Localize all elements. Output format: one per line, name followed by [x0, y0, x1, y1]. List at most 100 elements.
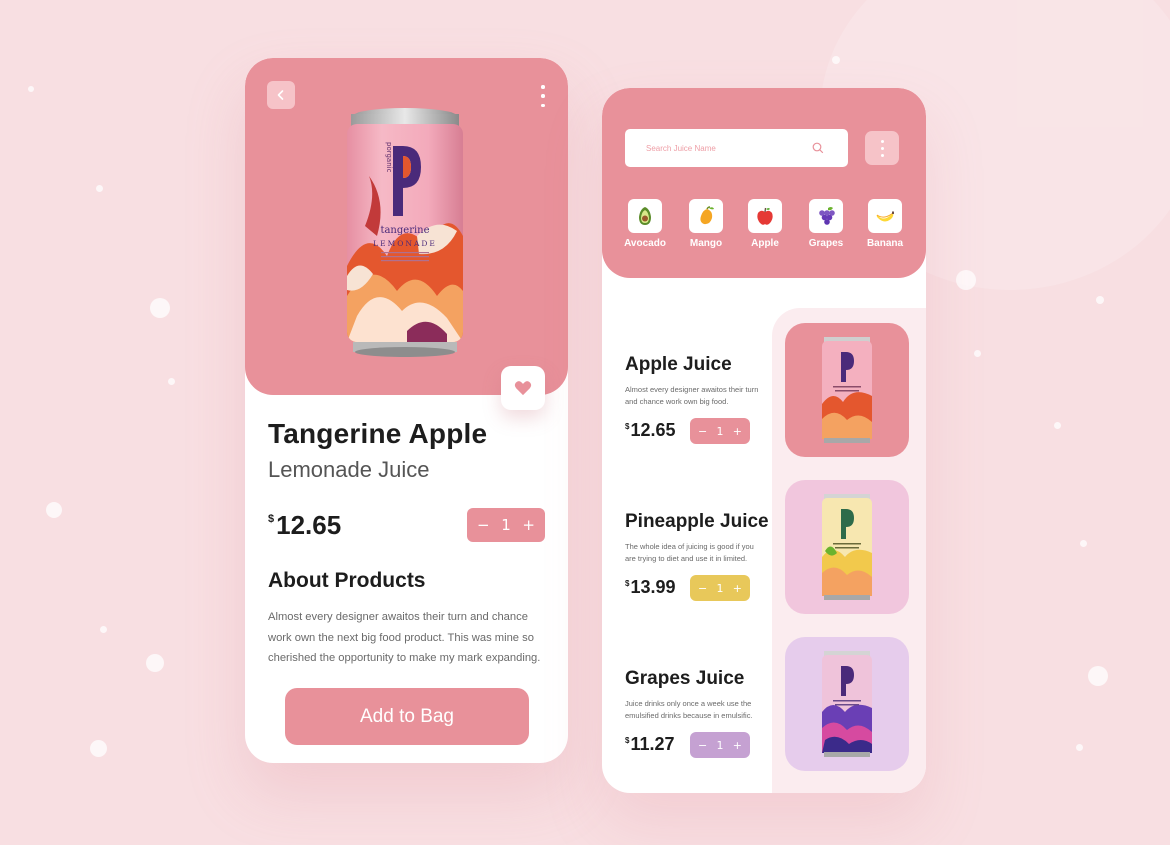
pineapple-juice-can-image [822, 494, 872, 600]
list-item[interactable]: Apple Juice Almost every designer awaito… [602, 323, 926, 494]
category-mango[interactable]: Mango [676, 199, 736, 249]
favorite-button[interactable] [501, 366, 545, 410]
product-can-image: porganic tangerine LEMONADE [347, 108, 463, 357]
quantity-value: 1 [716, 424, 724, 438]
category-label: Apple [751, 238, 779, 249]
background-dot [90, 740, 107, 757]
list-item[interactable]: Pineapple Juice The whole idea of juicin… [602, 480, 926, 651]
kebab-menu-icon[interactable] [865, 131, 899, 165]
decrease-quantity-button[interactable]: − [698, 739, 707, 752]
about-description: Almost every designer awaitos their turn… [268, 611, 541, 664]
increase-quantity-button[interactable]: + [733, 425, 742, 438]
background-dot [100, 626, 107, 633]
background-dot [1080, 540, 1087, 547]
background-dot [1096, 296, 1104, 304]
svg-text:tangerine: tangerine [380, 225, 429, 236]
category-icon-box [868, 199, 902, 233]
quantity-stepper: − 1 + [690, 732, 750, 758]
apple-juice-can-image [822, 337, 872, 443]
currency-symbol: $ [625, 422, 630, 431]
category-label: Grapes [808, 238, 844, 249]
search-bar [625, 129, 848, 167]
quantity-stepper: − 1 + [690, 575, 750, 601]
chevron-left-icon [277, 90, 284, 100]
background-dot [832, 56, 840, 64]
category-icon-box [689, 199, 723, 233]
list-header: Avocado Mango Apple [602, 88, 926, 278]
background-dot [974, 350, 981, 357]
currency-symbol: $ [625, 736, 630, 745]
item-name: Pineapple Juice [625, 511, 769, 532]
grapes-icon [819, 207, 835, 225]
background-dot [168, 378, 175, 385]
product-detail-screen: porganic tangerine LEMONADE Tangerine Ap… [245, 58, 568, 763]
quantity-stepper: − 1 + [467, 508, 545, 542]
item-name: Grapes Juice [625, 668, 745, 689]
item-description: Juice drinks only once a week use the em… [625, 699, 753, 720]
product-hero: porganic tangerine LEMONADE [245, 58, 568, 395]
increase-quantity-button[interactable]: + [733, 739, 742, 752]
category-icon-box [809, 199, 843, 233]
quantity-value: 1 [501, 516, 511, 534]
avocado-icon [639, 207, 651, 225]
category-avocado[interactable]: Avocado [615, 199, 675, 249]
category-grapes[interactable]: Grapes [796, 199, 856, 249]
price-amount: 12.65 [276, 510, 342, 540]
item-description: Almost every designer awaitos their turn… [625, 385, 759, 406]
item-image [785, 480, 909, 614]
background-dot [956, 270, 976, 290]
background-dot [1076, 744, 1083, 751]
item-price: $13.99 [625, 577, 676, 598]
price-amount: 11.27 [630, 734, 675, 754]
svg-text:LEMONADE: LEMONADE [373, 239, 437, 248]
background-dot [28, 86, 34, 92]
background-dot [146, 654, 164, 672]
increase-quantity-button[interactable]: + [733, 582, 742, 595]
list-item[interactable]: Grapes Juice Juice drinks only once a we… [602, 637, 926, 793]
quantity-value: 1 [716, 738, 724, 752]
search-input[interactable] [646, 140, 806, 156]
apple-icon [757, 207, 773, 225]
svg-text:porganic: porganic [385, 142, 393, 173]
category-icon-box [748, 199, 782, 233]
about-heading: About Products [268, 569, 426, 592]
currency-symbol: $ [625, 579, 630, 588]
juice-list-screen: Avocado Mango Apple [602, 88, 926, 793]
item-image [785, 637, 909, 771]
background-dot [46, 502, 62, 518]
mango-icon [700, 206, 714, 225]
category-icon-box [628, 199, 662, 233]
category-label: Mango [689, 238, 723, 249]
grapes-juice-can-image [822, 651, 872, 757]
background-dot [96, 185, 103, 192]
item-description: The whole idea of juicing is good if you… [625, 542, 754, 563]
product-subtitle: Lemonade Juice [268, 457, 430, 482]
category-apple[interactable]: Apple [735, 199, 795, 249]
search-icon[interactable] [811, 141, 825, 155]
price-amount: 13.99 [630, 577, 676, 597]
price-amount: 12.65 [630, 420, 676, 440]
background-dot [150, 298, 170, 318]
decrease-quantity-button[interactable]: − [698, 582, 707, 595]
product-title: Tangerine Apple [268, 418, 488, 449]
category-label: Banana [866, 238, 904, 249]
increase-quantity-button[interactable]: + [522, 516, 535, 534]
kebab-menu-icon[interactable] [539, 85, 547, 107]
quantity-stepper: − 1 + [690, 418, 750, 444]
product-price: $12.65 [268, 510, 341, 541]
heart-icon [514, 381, 532, 396]
item-price: $12.65 [625, 420, 676, 441]
item-image [785, 323, 909, 457]
back-button[interactable] [267, 81, 295, 109]
background-dot [1088, 666, 1108, 686]
category-label: Avocado [624, 238, 666, 249]
category-banana[interactable]: Banana [855, 199, 915, 249]
quantity-value: 1 [716, 581, 724, 595]
add-to-bag-button[interactable]: Add to Bag [285, 688, 529, 745]
decrease-quantity-button[interactable]: − [698, 425, 707, 438]
item-price: $11.27 [625, 734, 675, 755]
banana-icon [876, 211, 894, 222]
item-name: Apple Juice [625, 354, 732, 375]
decrease-quantity-button[interactable]: − [477, 516, 490, 534]
currency-symbol: $ [268, 513, 275, 525]
